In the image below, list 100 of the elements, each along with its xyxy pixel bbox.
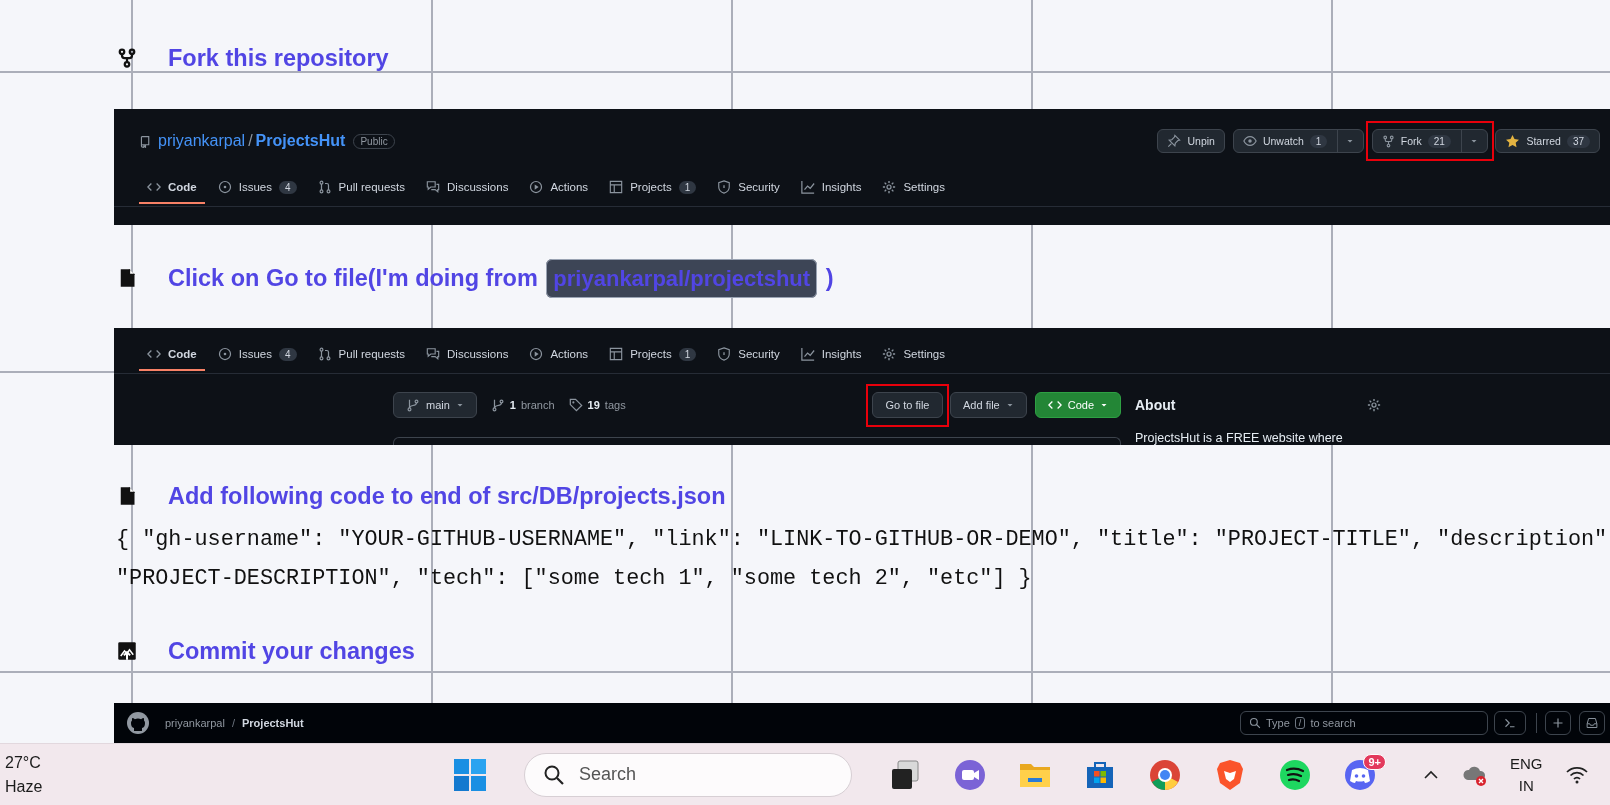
repo-tab[interactable]: Security: [709, 172, 788, 204]
terminal-icon: [1504, 717, 1516, 729]
inbox-icon: [1586, 717, 1598, 729]
repo-icon: [139, 134, 152, 148]
branch-count[interactable]: 1 branch: [490, 398, 555, 412]
repo-tab[interactable]: Code: [139, 172, 205, 204]
discussion-icon: [426, 180, 441, 194]
start-button[interactable]: [452, 757, 487, 792]
code-icon: [147, 180, 161, 194]
caret-icon: [1100, 401, 1108, 409]
branch-select[interactable]: main: [393, 392, 477, 418]
repo-action-button[interactable]: Fork 21: [1371, 129, 1488, 153]
repo-tab[interactable]: Settings: [874, 172, 953, 204]
repo-tab[interactable]: Insights: [792, 339, 870, 371]
repo-button[interactable]: Go to file: [872, 391, 943, 418]
repo-action-button[interactable]: Unpin: [1157, 129, 1225, 153]
gear-icon: [1367, 398, 1381, 412]
music-icon: [1277, 757, 1312, 792]
tag-count[interactable]: 19 tags: [568, 398, 626, 412]
play-icon: [529, 347, 544, 361]
search-field[interactable]: Search: [524, 752, 852, 797]
fork-icon: [117, 48, 137, 68]
branch-icon: [490, 398, 505, 412]
search-icon: [543, 763, 565, 786]
image-upload-icon: [117, 641, 137, 661]
dropdown-toggle[interactable]: [1460, 130, 1478, 152]
repo-tab[interactable]: Issues 4: [209, 339, 305, 371]
windows-icon: [452, 757, 487, 792]
step-heading: Fork this repository: [168, 44, 389, 72]
repo-action-button[interactable]: Unwatch 1: [1232, 129, 1365, 153]
caret-icon: [1346, 137, 1355, 145]
weather-condition[interactable]: Haze: [5, 774, 65, 799]
count-badge: 37: [1566, 134, 1590, 148]
graph-icon: [800, 347, 815, 361]
about-text: ProjectsHut is a FREE website where: [1135, 431, 1344, 445]
language-indicator[interactable]: ENG IN: [1510, 752, 1543, 797]
eye-icon: [1242, 134, 1257, 148]
repo-tab[interactable]: Actions: [521, 339, 597, 371]
caret-icon: [1005, 401, 1014, 409]
repo-button[interactable]: Add file: [950, 392, 1027, 418]
repo-tab[interactable]: Settings: [874, 339, 953, 371]
repo-tab[interactable]: Projects 1: [601, 172, 705, 204]
terminal-button[interactable]: [1494, 711, 1526, 735]
code-line: "PROJECT-DESCRIPTION", "tech": ["some tech 1", "some tech 2", "etc"] }: [116, 565, 1033, 593]
caret-icon: [455, 401, 464, 409]
repo-button[interactable]: Code: [1034, 392, 1121, 418]
shield-icon: [717, 347, 732, 361]
dropdown-toggle[interactable]: [1337, 130, 1355, 152]
repo-link[interactable]: ProjectsHut: [242, 717, 304, 729]
repo-tab[interactable]: Insights: [792, 172, 870, 204]
repo-tab[interactable]: Security: [709, 339, 788, 371]
browser-icon: [1147, 757, 1182, 792]
count-badge: 1: [678, 347, 697, 361]
repo-tab[interactable]: Pull requests: [309, 172, 414, 204]
discussion-icon: [426, 347, 441, 361]
owner-link[interactable]: priyankarpal: [158, 132, 246, 150]
code-line: { "gh-username": "YOUR-GITHUB-USERNAME", "link": "LINK-TO-GITHUB-OR-DEMO", "title": "PROJECT-TITLE", "description": [116, 526, 1609, 554]
inbox-button[interactable]: [1579, 711, 1605, 735]
code-icon: [147, 347, 161, 361]
repo-tab[interactable]: Actions: [521, 172, 597, 204]
star-icon: [1505, 133, 1521, 149]
gear-icon: [882, 180, 897, 194]
branch-icon: [406, 398, 420, 412]
fork-icon: [1381, 134, 1395, 148]
repo-tab[interactable]: Issues 4: [209, 172, 305, 204]
logo-icon: [126, 711, 150, 735]
notification-badge: 9+: [1363, 753, 1386, 770]
temperature[interactable]: 27°C: [5, 750, 65, 775]
repo-tab[interactable]: Pull requests: [309, 339, 414, 371]
repo-tab[interactable]: Projects 1: [601, 339, 705, 371]
code-icon: [1047, 398, 1062, 412]
issue-icon: [217, 347, 232, 361]
plus-button[interactable]: [1545, 711, 1571, 735]
repo-tab[interactable]: Discussions: [418, 339, 517, 371]
count-badge: 1: [678, 180, 697, 194]
count-badge: 4: [279, 180, 297, 194]
plus-icon: [1552, 717, 1564, 729]
path-separator: /: [248, 132, 253, 150]
step-heading: Add following code to end of src/DB/projects.json: [168, 482, 726, 510]
gear-icon: [882, 347, 897, 361]
table-icon: [609, 347, 624, 361]
graph-icon: [800, 180, 815, 194]
count-badge: 21: [1427, 134, 1451, 148]
owner-link[interactable]: priyankarpal: [165, 717, 225, 729]
play-icon: [529, 180, 544, 194]
path-separator: /: [231, 717, 235, 729]
video-call-icon: [952, 757, 987, 792]
table-icon: [609, 180, 624, 194]
shield-icon: [717, 180, 732, 194]
count-badge: 1: [1309, 134, 1328, 148]
repo-action-button[interactable]: Starred 37: [1495, 129, 1600, 153]
tag-icon: [568, 398, 583, 412]
repo-tab[interactable]: Discussions: [418, 172, 517, 204]
taskbar-app[interactable]: [1277, 757, 1312, 792]
repo-link[interactable]: ProjectsHut: [255, 132, 346, 150]
repo-tab[interactable]: Code: [139, 339, 205, 371]
search-icon: [1249, 717, 1261, 729]
issue-icon: [217, 180, 232, 194]
search-field[interactable]: Type / to search: [1240, 711, 1488, 735]
pin-icon: [1167, 134, 1182, 148]
